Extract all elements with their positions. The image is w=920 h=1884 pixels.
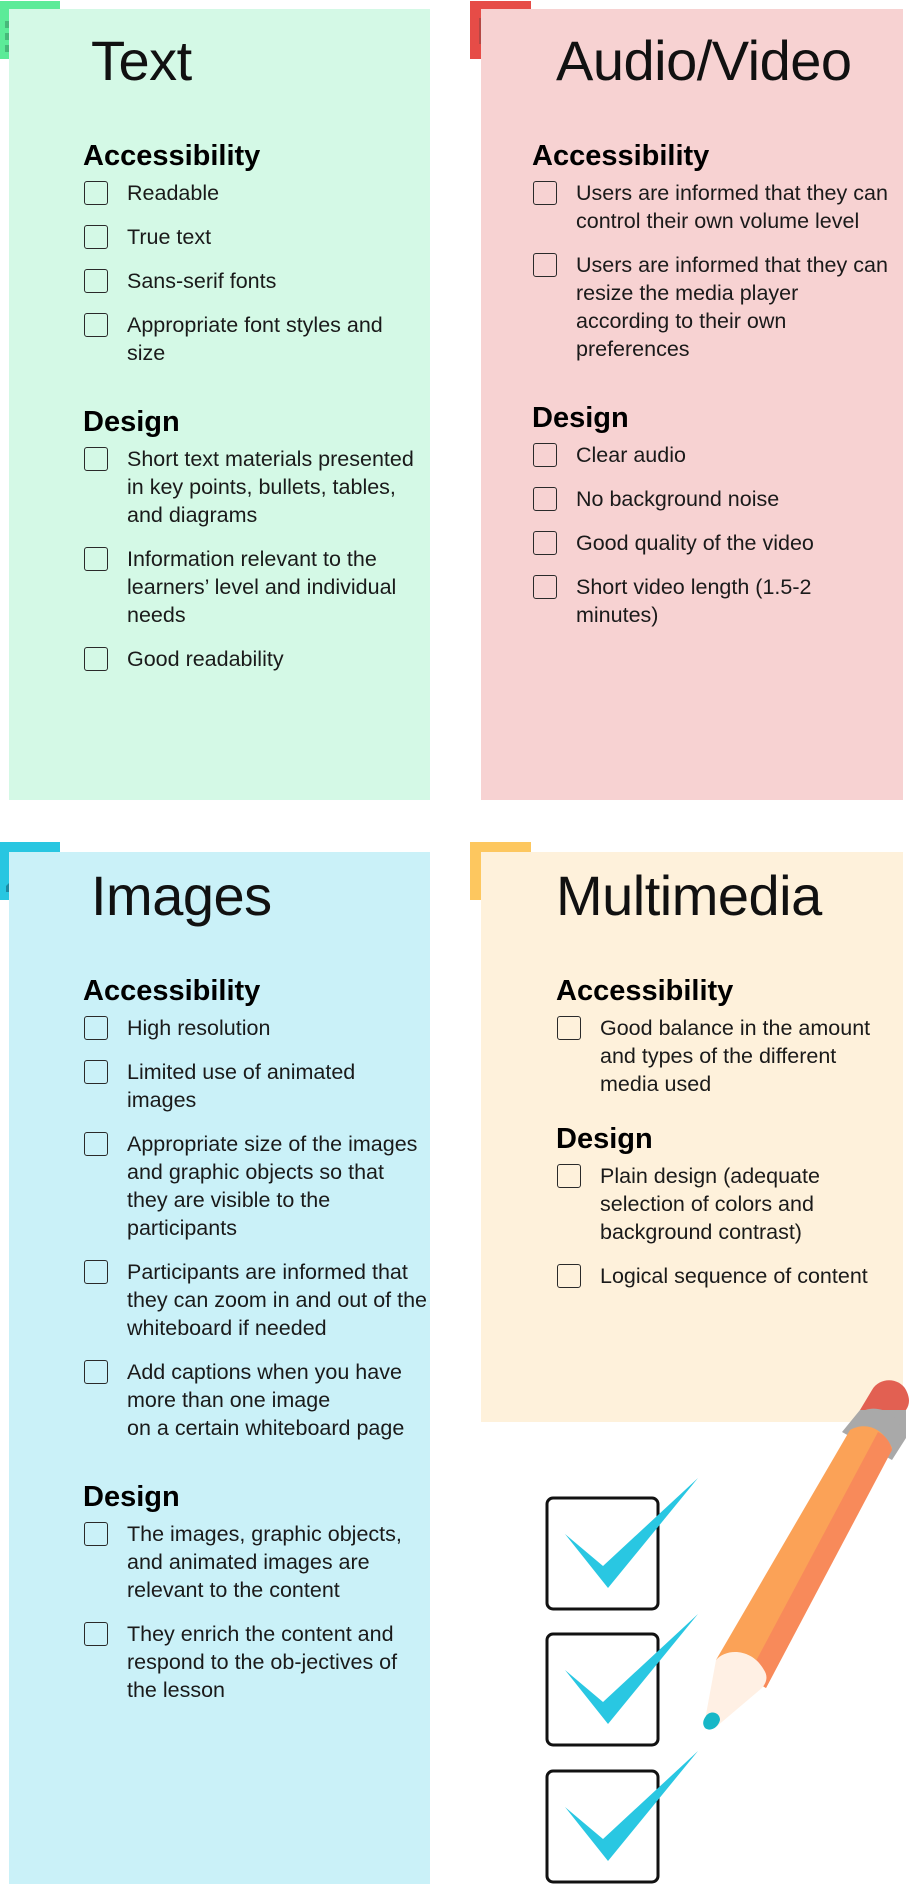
checklist-item: High resolution [83,1014,428,1042]
checklist-item: Sans-serif fonts [83,267,423,295]
checklist-item: Good quality of the video [532,529,892,557]
accessibility-heading: Accessibility [83,140,261,172]
design-heading: Design [83,406,180,438]
checklist-item: No background noise [532,485,892,513]
design-heading: Design [532,402,629,434]
design-heading: Design [83,1481,180,1513]
checklist-item: Participants are informed that they can … [83,1258,428,1342]
checklist-item: The images, graphic objects, and animate… [83,1520,428,1604]
checkbox[interactable] [84,1260,108,1284]
checklist-item: Short video length (1.5-2 minutes) [532,573,892,629]
checklist-item: Information relevant to the learners’ le… [83,545,423,629]
design-checklist: Plain design (adequate selection of colo… [556,1162,896,1290]
panel-title: Images [91,864,272,927]
checkbox[interactable] [84,1132,108,1156]
checklist-item: Users are informed that they can control… [532,179,892,235]
checklist-item: Readable [83,179,423,207]
checklist-item-label: Limited use of animated images [127,1060,356,1112]
checkbox[interactable] [84,1016,108,1040]
design-checklist: Clear audio No background noise Good quali… [532,441,892,629]
checkbox[interactable] [84,1060,108,1084]
checkbox[interactable] [533,531,557,555]
accessibility-checklist: High resolution Limited use of animated i… [83,1014,428,1442]
checklist-item-label: They enrich the content and respond to t… [127,1622,398,1702]
checklist-item-label: Short video length (1.5-2 minutes) [576,575,812,627]
checkbox[interactable] [557,1164,581,1188]
checklist-item: Add captions when you have more than one… [83,1358,428,1442]
checklist-item-label: Users are informed that they can control… [576,181,888,233]
checklist-item-label: True text [127,225,212,249]
panel-title: Multimedia [556,864,822,927]
checkbox[interactable] [84,447,108,471]
checklist-item: Limited use of animated images [83,1058,428,1114]
checkbox[interactable] [533,487,557,511]
checkbox[interactable] [533,575,557,599]
panel-title: Text [91,29,192,92]
checklist-item-label: Users are informed that they can resize … [576,253,888,361]
checkbox[interactable] [557,1264,581,1288]
checklist-item-label: Add captions when you have more than one… [127,1360,405,1440]
checklist-item-label: No background noise [576,487,780,511]
audio-video-panel: Audio/Video Accessibility Users are info… [481,9,903,800]
checklist-item: Appropriate font styles and size [83,311,423,367]
pencil-icon [703,1380,909,1730]
accessibility-checklist: Good balance in the amount and types of … [556,1014,896,1098]
checklist-item-label: Readable [127,181,220,205]
checklist-item-label: Good readability [127,647,284,671]
accessibility-checklist: Users are informed that they can control… [532,179,892,363]
checklist-item-label: Clear audio [576,443,686,467]
checklist-item: Good balance in the amount and types of … [556,1014,896,1098]
checkbox[interactable] [84,547,108,571]
multimedia-panel: Multimedia Accessibility Good balance in… [481,852,903,1422]
checklist-item: Good readability [83,645,423,673]
checkbox-checked-icon [545,1614,698,1747]
checklist-item-label: Good balance in the amount and types of … [600,1016,871,1096]
checklist-item-label: Short text materials presented in key po… [127,447,414,527]
accessibility-checklist: Readable True text Sans-serif fonts Appropr… [83,179,423,367]
accessibility-heading: Accessibility [83,975,261,1007]
checkbox[interactable] [84,1522,108,1546]
accessibility-heading: Accessibility [532,140,710,172]
checkbox[interactable] [84,647,108,671]
checklist-item-label: Logical sequence of content [600,1264,868,1288]
panel-title: Audio/Video [556,29,852,92]
checklist-item: Short text materials presented in key po… [83,445,423,529]
text-panel: Text Accessibility Readable True text Sans… [9,9,430,800]
design-checklist: The images, graphic objects, and animate… [83,1520,428,1704]
checklist-item-label: Sans-serif fonts [127,269,277,293]
checkbox-checked-icon [545,1478,698,1611]
design-heading: Design [556,1123,653,1155]
checklist-item: Users are informed that they can resize … [532,251,892,363]
checklist-pencil-illustration [545,1380,909,1884]
accessibility-heading: Accessibility [556,975,734,1007]
design-checklist: Short text materials presented in key po… [83,445,423,673]
checkbox[interactable] [84,269,108,293]
checklist-item-label: High resolution [127,1016,271,1040]
images-panel: Images Accessibility High resolution Limi… [9,852,430,1884]
checklist-item: True text [83,223,423,251]
checkbox-checked-icon [545,1751,698,1884]
checklist-item-label: Plain design (adequate selection of colo… [600,1164,820,1244]
checklist-item: Appropriate size of the images and graph… [83,1130,428,1242]
checklist-item-label: Appropriate size of the images and graph… [127,1132,418,1240]
checkbox[interactable] [84,181,108,205]
checkbox[interactable] [84,1622,108,1646]
checkbox[interactable] [533,443,557,467]
checklist-item-label: Information relevant to the learners’ le… [127,547,397,627]
checklist-item-label: Appropriate font styles and size [127,313,383,365]
checkbox[interactable] [533,181,557,205]
checkbox[interactable] [557,1016,581,1040]
checkbox[interactable] [84,225,108,249]
checklist-item: They enrich the content and respond to t… [83,1620,428,1704]
checkbox[interactable] [84,1360,108,1384]
checklist-item-label: Good quality of the video [576,531,814,555]
checklist-item: Plain design (adequate selection of colo… [556,1162,896,1246]
checklist-item: Logical sequence of content [556,1262,896,1290]
checklist-item-label: Participants are informed that they can … [127,1260,428,1340]
checkbox[interactable] [533,253,557,277]
checklist-item: Clear audio [532,441,892,469]
checklist-item-label: The images, graphic objects, and animate… [127,1522,402,1602]
checkbox[interactable] [84,313,108,337]
